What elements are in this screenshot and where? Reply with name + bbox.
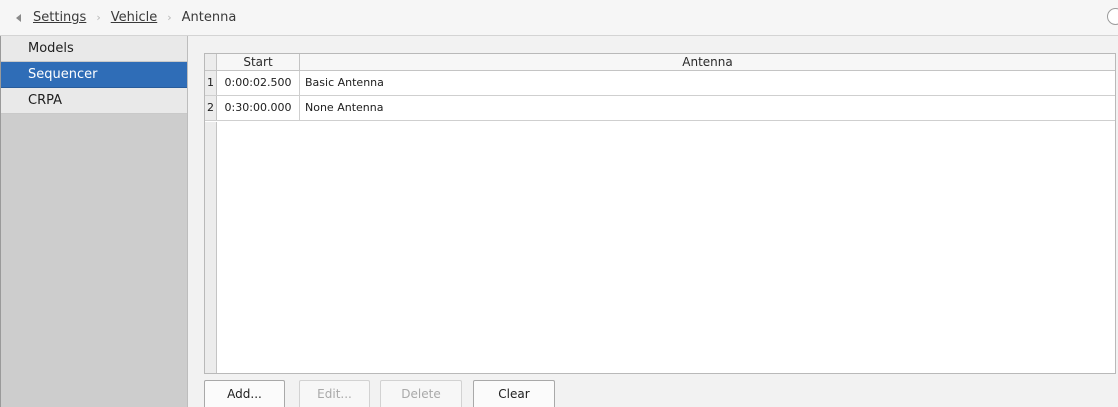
- row-gutter: [205, 122, 217, 373]
- table-row[interactable]: 2 0:30:00.000 None Antenna: [205, 96, 1115, 121]
- cell-antenna[interactable]: Basic Antenna: [300, 71, 1115, 95]
- breadcrumb-separator-icon: ›: [167, 11, 172, 24]
- sidebar-item-crpa[interactable]: CRPA: [1, 88, 187, 114]
- delete-button[interactable]: Delete: [380, 380, 462, 407]
- sidebar: Models Sequencer CRPA: [0, 36, 188, 407]
- table-corner: [205, 54, 217, 70]
- add-button[interactable]: Add...: [204, 380, 285, 407]
- breadcrumb-settings-link[interactable]: Settings: [33, 10, 86, 25]
- cell-antenna[interactable]: None Antenna: [300, 96, 1115, 120]
- table-header: Start Antenna: [205, 54, 1115, 71]
- sequencer-table: Start Antenna 1 0:00:02.500 Basic Antenn…: [204, 53, 1116, 374]
- row-number: 2: [205, 96, 217, 120]
- column-header-antenna[interactable]: Antenna: [300, 54, 1115, 70]
- help-circle-icon[interactable]: [1107, 8, 1118, 25]
- sidebar-item-sequencer[interactable]: Sequencer: [1, 62, 187, 88]
- breadcrumb-vehicle-link[interactable]: Vehicle: [111, 10, 158, 25]
- cell-start[interactable]: 0:00:02.500: [217, 71, 300, 95]
- row-number: 1: [205, 71, 217, 95]
- clear-button[interactable]: Clear: [473, 380, 555, 407]
- table-row[interactable]: 1 0:00:02.500 Basic Antenna: [205, 71, 1115, 96]
- breadcrumb: Settings › Vehicle › Antenna: [0, 0, 1118, 36]
- edit-button[interactable]: Edit...: [299, 380, 370, 407]
- back-arrow-icon[interactable]: [16, 13, 21, 22]
- main-panel: Start Antenna 1 0:00:02.500 Basic Antenn…: [188, 36, 1118, 407]
- column-header-start[interactable]: Start: [217, 54, 300, 70]
- breadcrumb-separator-icon: ›: [96, 11, 101, 24]
- cell-start[interactable]: 0:30:00.000: [217, 96, 300, 120]
- breadcrumb-current: Antenna: [181, 10, 237, 25]
- sidebar-item-models[interactable]: Models: [1, 36, 187, 62]
